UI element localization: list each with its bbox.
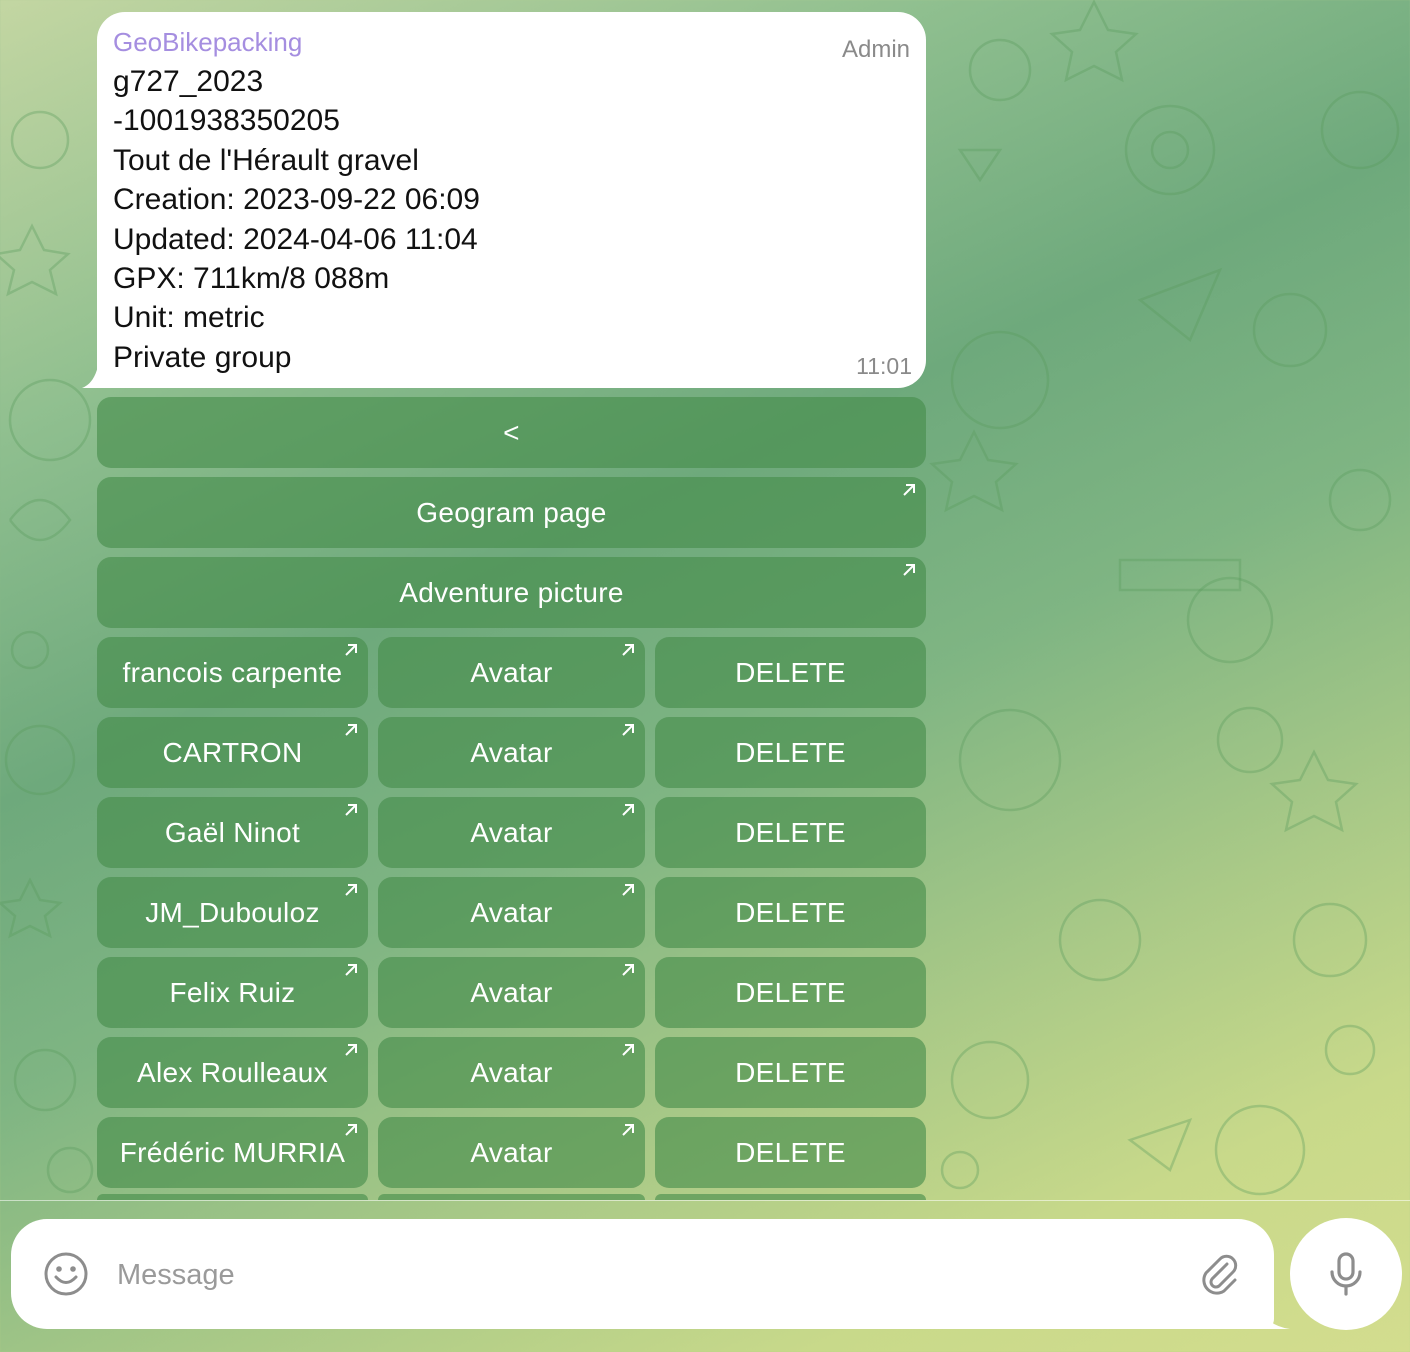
member-name-label: Alex Roulleaux	[137, 1056, 328, 1088]
back-button-label: <	[503, 416, 520, 448]
member-avatar-button[interactable]: Avatar	[378, 717, 645, 788]
member-name-button[interactable]: Alex Roulleaux	[97, 1037, 368, 1108]
member-avatar-label: Avatar	[470, 896, 553, 928]
member-delete-button[interactable]: DELETE	[655, 797, 926, 868]
external-link-arrow-icon	[345, 1124, 357, 1136]
member-name-label: Gaël Ninot	[164, 816, 301, 848]
sender-name[interactable]: GeoBikepacking	[113, 26, 910, 58]
member-delete-button[interactable]: DELETE	[655, 717, 926, 788]
member-name-label: JM_Dubouloz	[145, 896, 320, 928]
message-input[interactable]	[115, 1249, 1179, 1301]
message-line-unit: Unit: metric	[113, 301, 265, 335]
geogram-page-label: Geogram page	[416, 496, 607, 528]
message-composer	[11, 1219, 1274, 1329]
member-name-label: Frédéric MURRIA	[119, 1136, 346, 1168]
member-name-label: Felix Ruiz	[169, 976, 296, 1008]
external-link-arrow-icon	[345, 644, 357, 656]
message-line-updated: Updated: 2024-04-06 11:04	[113, 222, 478, 256]
external-link-arrow-icon	[622, 804, 634, 816]
member-name-button[interactable]: Frédéric MURRIA	[97, 1117, 368, 1188]
member-avatar-button[interactable]: Avatar	[378, 957, 645, 1028]
member-delete-label: DELETE	[735, 976, 846, 1008]
member-delete-label: DELETE	[735, 896, 846, 928]
member-delete-label: DELETE	[735, 1056, 846, 1088]
microphone-icon	[1330, 1252, 1362, 1296]
paperclip-icon[interactable]	[1197, 1252, 1241, 1296]
member-name-button[interactable]: Gaël Ninot	[97, 797, 368, 868]
smiley-icon[interactable]	[43, 1251, 89, 1297]
member-name-button[interactable]: Felix Ruiz	[97, 957, 368, 1028]
member-avatar-label: Avatar	[470, 656, 553, 688]
member-avatar-button[interactable]: Avatar	[378, 877, 645, 948]
external-link-arrow-icon	[622, 1124, 634, 1136]
microphone-button[interactable]	[1290, 1218, 1402, 1330]
message-bubble[interactable]: GeoBikepacking Admin g727_2023 -10019383…	[97, 12, 926, 388]
member-avatar-label: Avatar	[470, 976, 553, 1008]
member-name-button[interactable]: JM_Dubouloz	[97, 877, 368, 948]
back-button[interactable]: <	[97, 397, 926, 468]
member-avatar-button[interactable]: Avatar	[378, 637, 645, 708]
external-link-arrow-icon	[622, 884, 634, 896]
composer-divider	[0, 1200, 1410, 1201]
member-avatar-button[interactable]: Avatar	[378, 1037, 645, 1108]
external-link-arrow-icon	[622, 724, 634, 736]
external-link-arrow-icon	[345, 804, 357, 816]
member-delete-label: DELETE	[735, 816, 846, 848]
adventure-picture-button[interactable]: Adventure picture	[97, 557, 926, 628]
member-delete-label: DELETE	[735, 736, 846, 768]
external-link-arrow-icon	[903, 484, 915, 496]
member-name-button[interactable]: CARTRON	[97, 717, 368, 788]
member-delete-button[interactable]: DELETE	[655, 877, 926, 948]
message-time: 11:01	[856, 353, 912, 379]
adventure-picture-label: Adventure picture	[399, 576, 624, 608]
member-delete-label: DELETE	[735, 1136, 846, 1168]
external-link-arrow-icon	[345, 1044, 357, 1056]
message-line-group-code: g727_2023	[113, 65, 264, 98]
member-avatar-label: Avatar	[470, 816, 553, 848]
external-link-arrow-icon	[345, 964, 357, 976]
member-delete-label: DELETE	[735, 656, 846, 688]
message-line-group-name: Tout de l'Hérault gravel	[113, 143, 419, 177]
message-line-group-id: -1001938350205	[113, 104, 340, 138]
message-line-gpx: GPX: 711km/8 088m	[113, 262, 390, 296]
geogram-page-button[interactable]: Geogram page	[97, 477, 926, 548]
member-avatar-label: Avatar	[470, 1056, 553, 1088]
external-link-arrow-icon	[345, 724, 357, 736]
member-delete-button[interactable]: DELETE	[655, 1117, 926, 1188]
message-line-creation: Creation: 2023-09-22 06:09	[113, 183, 480, 217]
member-delete-button[interactable]: DELETE	[655, 957, 926, 1028]
member-avatar-label: Avatar	[470, 1136, 553, 1168]
external-link-arrow-icon	[622, 1044, 634, 1056]
member-delete-button[interactable]: DELETE	[655, 1037, 926, 1108]
admin-badge: Admin	[841, 36, 910, 63]
external-link-arrow-icon	[903, 564, 915, 576]
member-delete-button[interactable]: DELETE	[655, 637, 926, 708]
external-link-arrow-icon	[345, 884, 357, 896]
message-line-privacy: Private group	[113, 340, 292, 374]
external-link-arrow-icon	[622, 644, 634, 656]
member-name-button[interactable]: francois carpente	[97, 637, 368, 708]
member-avatar-button[interactable]: Avatar	[378, 797, 645, 868]
member-name-label: francois carpente	[122, 656, 343, 688]
external-link-arrow-icon	[622, 964, 634, 976]
member-name-label: CARTRON	[162, 736, 303, 768]
member-avatar-button[interactable]: Avatar	[378, 1117, 645, 1188]
member-avatar-label: Avatar	[470, 736, 553, 768]
